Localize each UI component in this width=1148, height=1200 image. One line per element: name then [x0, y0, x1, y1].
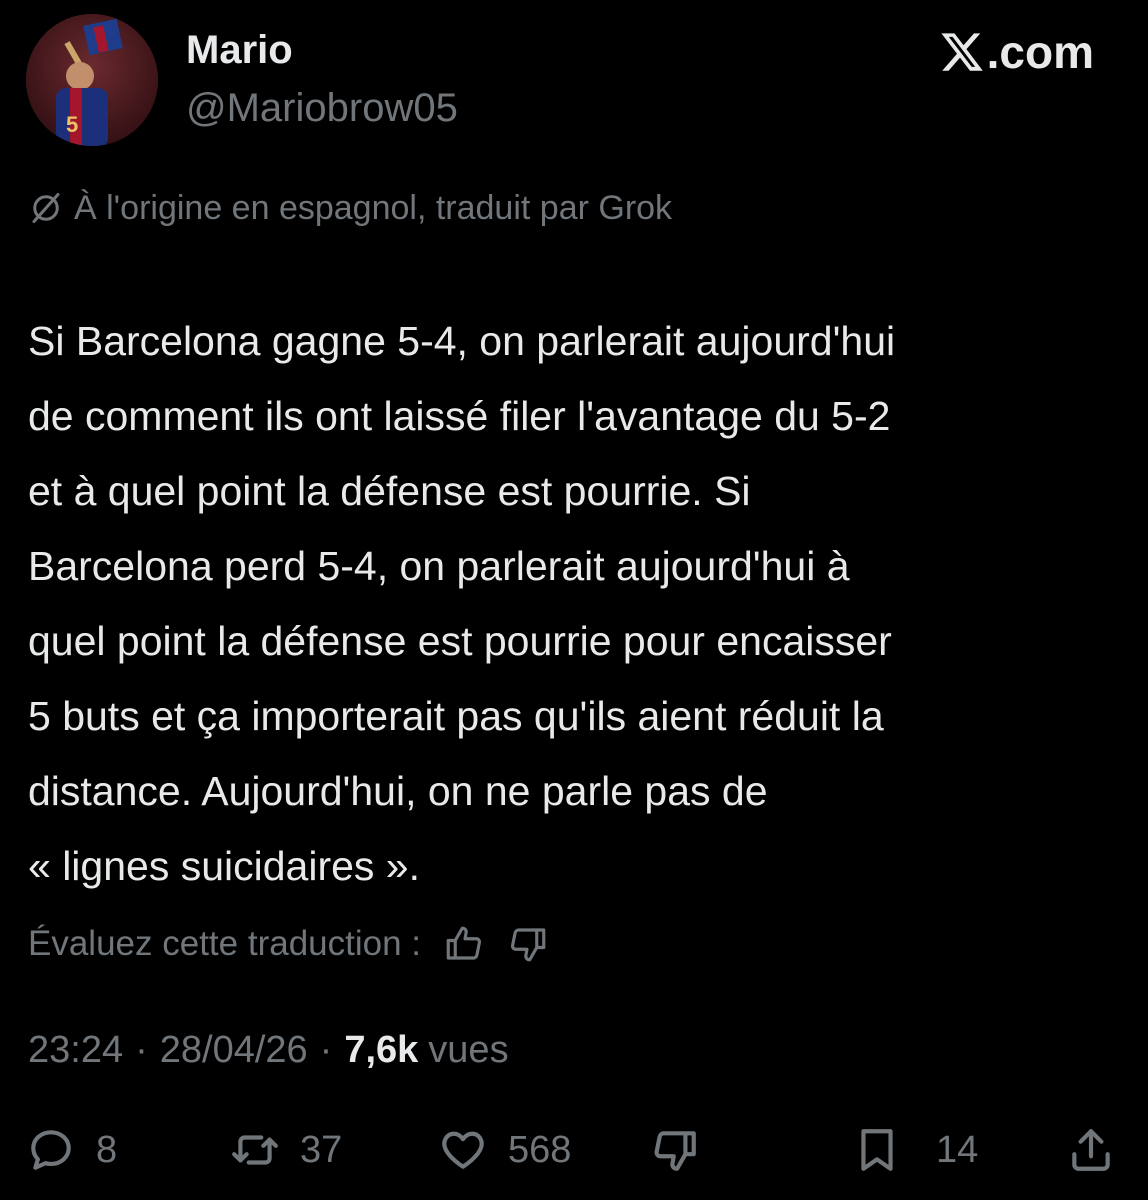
svg-text:5: 5 — [66, 112, 78, 137]
tweet-date[interactable]: 28/04/26 — [160, 1026, 308, 1074]
reply-icon — [31, 1130, 71, 1170]
avatar[interactable]: 5 — [26, 14, 158, 146]
brand-logo: .com — [939, 26, 1094, 78]
views-label: vues — [428, 1029, 509, 1071]
share-button[interactable] — [1066, 1120, 1116, 1180]
views-count: 7,6k — [344, 1029, 419, 1071]
avatar-image: 5 — [26, 14, 158, 146]
user-handle[interactable]: @Mariobrow05 — [186, 84, 458, 132]
like-count: 568 — [508, 1128, 572, 1171]
like-button[interactable]: 568 — [438, 1120, 571, 1180]
repost-button[interactable]: 37 — [230, 1120, 342, 1180]
meta-separator: · — [319, 1029, 333, 1071]
tweet-text: Si Barcelona gagne 5-4, on parlerait auj… — [28, 318, 896, 889]
tweet-meta: 23:24 · 28/04/26 · 7,6k vues — [28, 1026, 509, 1074]
rate-translation-label: Évaluez cette traduction : — [28, 924, 421, 963]
brand-text: .com — [986, 26, 1094, 78]
tweet-time[interactable]: 23:24 — [28, 1026, 123, 1074]
share-icon — [1072, 1129, 1110, 1171]
bookmark-button[interactable]: 14 — [852, 1120, 978, 1180]
bookmark-icon — [861, 1129, 893, 1171]
x-logo-icon — [941, 33, 983, 71]
thumbs-down-icon — [654, 1131, 696, 1171]
globe-slash-icon — [32, 193, 60, 223]
translation-note: À l'origine en espagnol, traduit par Gro… — [28, 186, 672, 230]
meta-separator: · — [135, 1029, 148, 1071]
dislike-button[interactable] — [650, 1120, 700, 1180]
reply-count: 8 — [96, 1128, 118, 1171]
bookmark-count: 14 — [936, 1128, 979, 1171]
rate-translation: Évaluez cette traduction : — [28, 920, 549, 968]
thumbs-down-icon[interactable] — [507, 923, 549, 965]
display-name[interactable]: Mario — [186, 26, 293, 74]
heart-icon — [442, 1131, 484, 1169]
action-bar: 8 37 568 14 — [0, 1120, 1148, 1180]
thumbs-up-icon[interactable] — [443, 923, 485, 965]
translation-note-text: À l'origine en espagnol, traduit par Gro… — [74, 189, 673, 227]
repost-icon — [232, 1135, 278, 1165]
repost-count: 37 — [300, 1128, 343, 1171]
reply-button[interactable]: 8 — [26, 1120, 117, 1180]
